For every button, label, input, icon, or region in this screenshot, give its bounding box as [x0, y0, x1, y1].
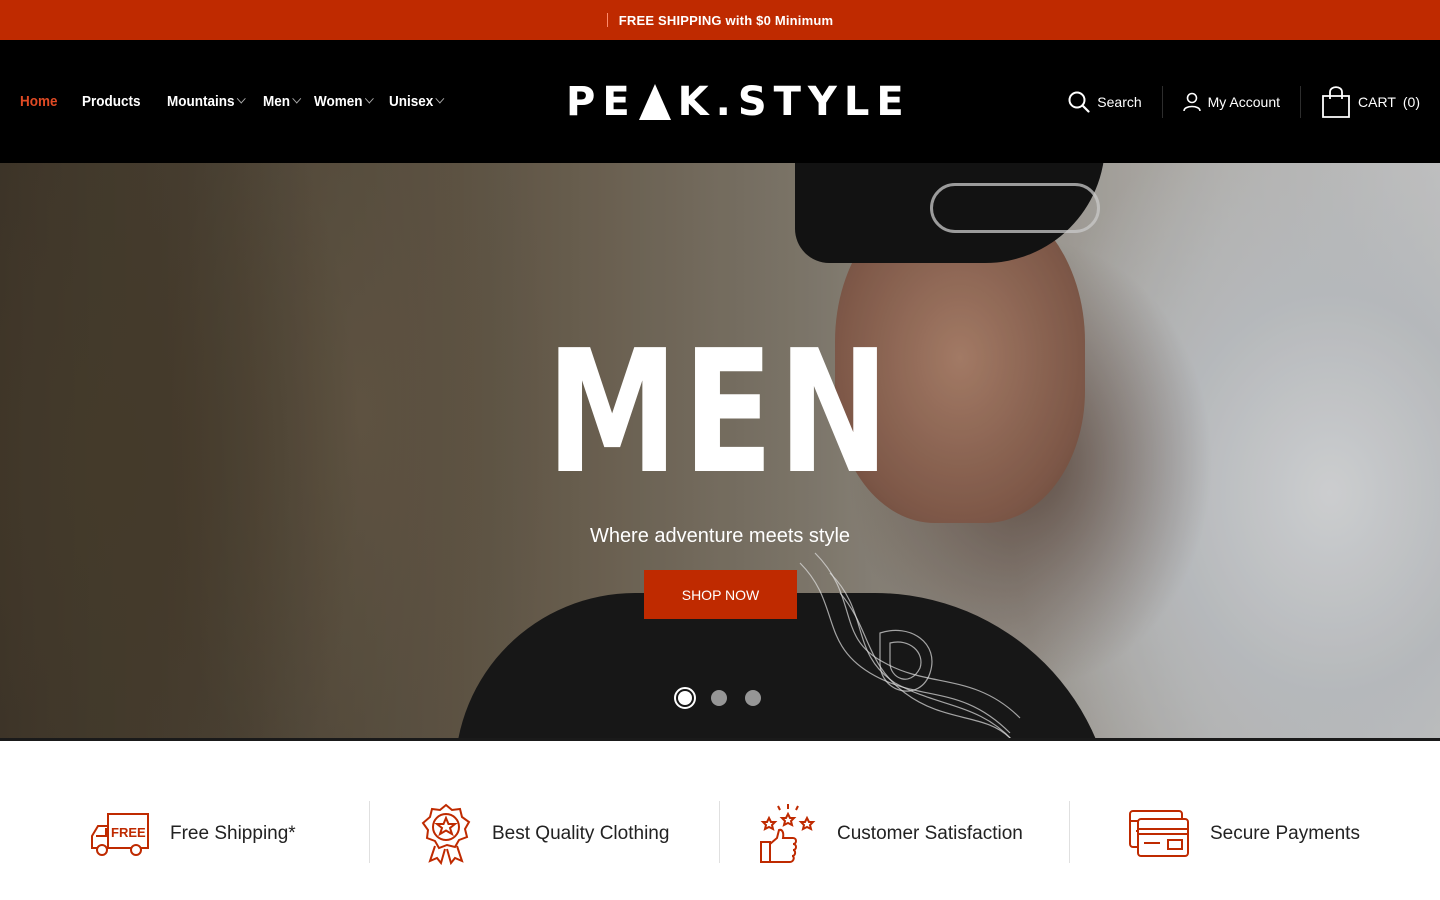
feature-label: Best Quality Clothing: [492, 823, 670, 844]
header-divider: [1300, 85, 1302, 118]
quality-badge-icon: [421, 803, 471, 865]
slider-dot-2[interactable]: [708, 687, 730, 709]
feature-divider: [1069, 801, 1070, 863]
nav-item-home[interactable]: Home: [20, 93, 58, 110]
nav-item-men[interactable]: Men: [262, 93, 301, 110]
header-actions: Search My Account CART (0): [1068, 40, 1420, 163]
header-divider: [1161, 85, 1163, 118]
nav-label: Men: [262, 93, 290, 110]
thumbs-up-stars-icon: [760, 804, 816, 863]
credit-card-icon: [1129, 810, 1189, 857]
search-label: Search: [1097, 93, 1142, 110]
nav-label: Unisex: [388, 93, 433, 110]
slider-dot-1[interactable]: [674, 687, 696, 709]
cart-count: (0): [1402, 93, 1420, 110]
chevron-down-icon: [291, 93, 301, 104]
feature-label: Customer Satisfaction: [837, 823, 1023, 844]
svg-text:FREE: FREE: [111, 825, 146, 840]
dot-fill: [678, 691, 692, 705]
hero-banner: MEN Where adventure meets style SHOP NOW: [0, 163, 1440, 740]
chevron-down-icon: [236, 93, 246, 104]
site-header: Home Products Mountains Men Women Unisex…: [0, 40, 1440, 163]
hero-title: MEN: [546, 314, 894, 512]
dot-fill: [745, 690, 761, 706]
feature-quality: Best Quality Clothing: [420, 799, 669, 869]
free-shipping-truck-icon: FREE: [91, 813, 149, 856]
slider-dot-3[interactable]: [742, 687, 764, 709]
account-link[interactable]: My Account: [1182, 92, 1281, 112]
shopping-bag-icon: [1322, 85, 1350, 118]
cart-link[interactable]: CART (0): [1321, 85, 1420, 118]
slider-dots: [674, 687, 764, 709]
announcement-divider: [606, 13, 608, 27]
nav-label: Women: [313, 93, 363, 110]
features-strip: FREE Free Shipping* Best Quality Clothin…: [0, 741, 1440, 900]
feature-secure-payments: Secure Payments: [1128, 799, 1360, 869]
user-icon: [1182, 92, 1201, 111]
nav-item-products[interactable]: Products: [82, 93, 141, 110]
feature-satisfaction: Customer Satisfaction: [759, 799, 1023, 869]
feature-divider: [719, 801, 720, 863]
hero-subtitle: Where adventure meets style: [589, 525, 851, 547]
logo-text-right: K.STYLE: [677, 79, 911, 125]
search-button[interactable]: Search: [1068, 91, 1142, 113]
announcement-bar: FREE SHIPPING with $0 Minimum: [0, 0, 1440, 40]
main-nav: Home Products Mountains Men Women Unisex: [20, 40, 459, 163]
logo-peak-triangle: [638, 84, 671, 120]
logo-text-left: PE: [566, 79, 637, 125]
feature-divider: [369, 801, 370, 863]
nav-label: Products: [81, 93, 141, 110]
cart-label: CART: [1358, 93, 1396, 110]
shop-now-button[interactable]: SHOP NOW: [644, 570, 797, 619]
account-label: My Account: [1207, 93, 1281, 110]
nav-label: Mountains: [166, 93, 235, 110]
feature-label: Free Shipping*: [170, 823, 296, 844]
dot-fill: [711, 690, 727, 706]
chevron-down-icon: [435, 93, 445, 104]
nav-item-mountains[interactable]: Mountains: [166, 93, 246, 110]
feature-label: Secure Payments: [1210, 823, 1360, 844]
site-logo[interactable]: PE K.STYLE: [566, 80, 911, 124]
nav-label: Home: [20, 93, 58, 110]
nav-item-women[interactable]: Women: [313, 93, 374, 110]
announcement-text: FREE SHIPPING with $0 Minimum: [618, 12, 834, 28]
feature-free-shipping: FREE Free Shipping*: [90, 799, 296, 869]
nav-item-unisex[interactable]: Unisex: [388, 93, 445, 110]
search-icon: [1068, 91, 1090, 113]
chevron-down-icon: [364, 93, 374, 104]
hero-content: MEN Where adventure meets style SHOP NOW: [0, 163, 1440, 740]
